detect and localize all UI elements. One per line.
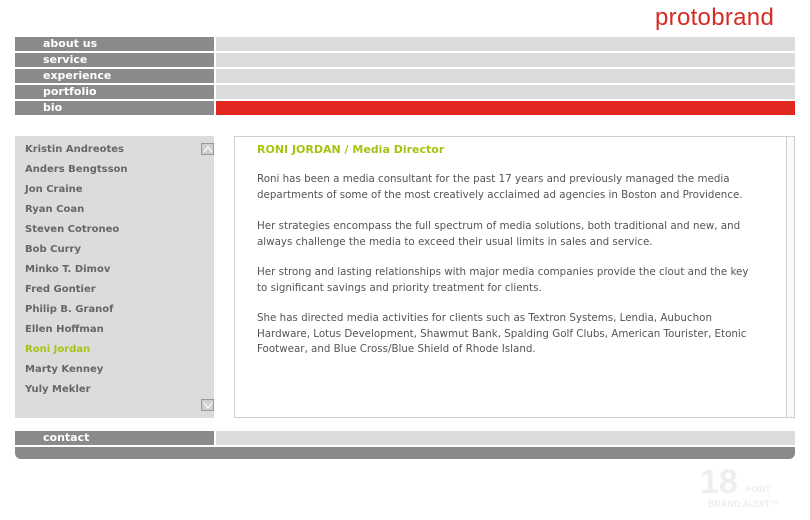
list-scroll-down-button[interactable]	[201, 399, 214, 411]
person-ellen-hoffman[interactable]: Ellen Hoffman	[25, 324, 104, 335]
watermark-audit: BRAND AUDIT™	[708, 499, 780, 509]
person-anders-bengtsson[interactable]: Anders Bengtsson	[25, 164, 128, 175]
bio-content-panel: RONI JORDAN / Media Director Roni has be…	[234, 136, 773, 418]
nav-about-us-label[interactable]: about us	[15, 37, 214, 51]
nav-portfolio-label[interactable]: portfolio	[15, 85, 214, 99]
chevron-down-icon	[203, 402, 213, 409]
bio-title: RONI JORDAN / Media Director	[257, 143, 445, 156]
nav-experience[interactable]: experience	[15, 69, 795, 83]
nav-service-label[interactable]: service	[15, 53, 214, 67]
nav-portfolio[interactable]: portfolio	[15, 85, 795, 99]
footer-bar	[15, 447, 795, 459]
brand-audit-watermark: 18 POINT BRAND AUDIT™	[700, 463, 779, 509]
content-scroll-track[interactable]	[786, 136, 795, 418]
content-side-strip	[772, 136, 787, 418]
person-philip-b-granof[interactable]: Philip B. Granof	[25, 304, 114, 315]
nav-about-us[interactable]: about us	[15, 37, 795, 51]
nav-contact-label[interactable]: contact	[15, 431, 214, 445]
bio-paragraph: Her strategies encompass the full spectr…	[257, 220, 741, 248]
list-scroll-up-button[interactable]	[201, 143, 214, 155]
watermark-number: 18	[700, 463, 738, 501]
person-kristin-andreotes[interactable]: Kristin Andreotes	[25, 144, 124, 155]
person-steven-cotroneo[interactable]: Steven Cotroneo	[25, 224, 119, 235]
nav-experience-bar	[216, 69, 795, 83]
nav-bio-active-bar	[216, 101, 795, 115]
bio-paragraph: She has directed media activities for cl…	[257, 312, 747, 355]
protobrand-logo[interactable]: protobrand	[655, 4, 774, 32]
person-ryan-coan[interactable]: Ryan Coan	[25, 204, 84, 215]
nav-experience-label[interactable]: experience	[15, 69, 214, 83]
nav-about-us-bar	[216, 37, 795, 51]
person-roni-jordan-selected[interactable]: Roni Jordan	[25, 344, 90, 355]
bio-paragraph: Her strong and lasting relationships wit…	[257, 266, 749, 294]
chevron-up-icon	[203, 146, 213, 153]
nav-contact-bar	[216, 431, 795, 445]
watermark-point: POINT	[746, 485, 771, 494]
bio-paragraph: Roni has been a media consultant for the…	[257, 173, 743, 201]
nav-bio[interactable]: bio	[15, 101, 795, 115]
nav-service-bar	[216, 53, 795, 67]
nav-contact[interactable]: contact	[15, 431, 795, 445]
person-jon-craine[interactable]: Jon Craine	[25, 184, 83, 195]
person-marty-kenney[interactable]: Marty Kenney	[25, 364, 103, 375]
nav-bio-label[interactable]: bio	[15, 101, 214, 115]
people-list-panel: Kristin Andreotes Anders Bengtsson Jon C…	[15, 136, 214, 418]
nav-portfolio-bar	[216, 85, 795, 99]
person-fred-gontier[interactable]: Fred Gontier	[25, 284, 96, 295]
person-bob-curry[interactable]: Bob Curry	[25, 244, 81, 255]
nav-service[interactable]: service	[15, 53, 795, 67]
person-minko-t-dimov[interactable]: Minko T. Dimov	[25, 264, 110, 275]
person-yuly-mekler[interactable]: Yuly Mekler	[25, 384, 91, 395]
